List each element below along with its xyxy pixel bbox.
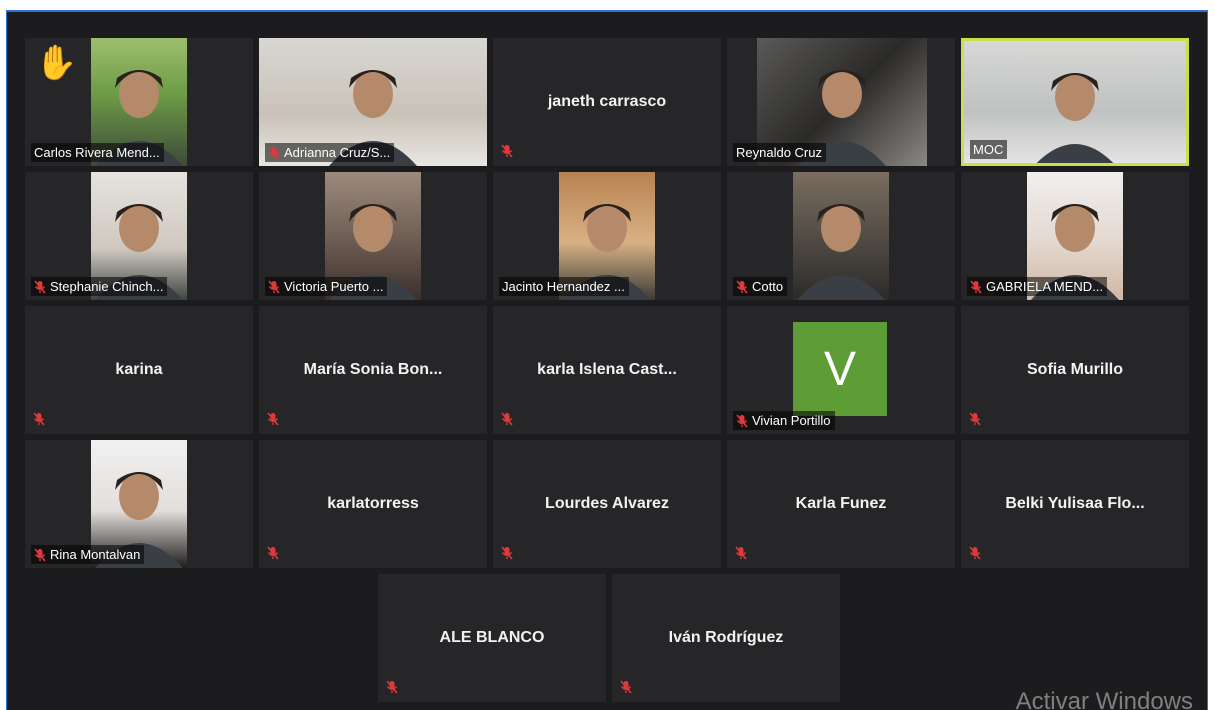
participant-silhouette xyxy=(797,204,885,300)
participant-name: Sofia Murillo xyxy=(1027,361,1123,378)
gallery-row: karina María Sonia Bon... karla Islena Cas… xyxy=(25,306,1193,434)
participant-name-label: Vivian Portillo xyxy=(733,411,835,430)
participant-tile[interactable]: GABRIELA MEND... xyxy=(961,172,1189,300)
participant-tile[interactable]: karlatorress xyxy=(259,440,487,568)
raised-hand-icon: ✋ xyxy=(35,44,78,82)
muted-mic-icon xyxy=(969,546,981,560)
participant-name-label: Rina Montalvan xyxy=(31,545,145,564)
participant-name: Rina Montalvan xyxy=(50,547,141,562)
muted-mic-icon xyxy=(267,412,279,426)
muted-mic-icon xyxy=(33,412,45,426)
participant-name: Victoria Puerto ... xyxy=(284,279,384,294)
participant-name: janeth carrasco xyxy=(547,93,667,110)
participant-name: Cotto xyxy=(752,279,784,294)
muted-mic-icon xyxy=(736,413,748,428)
participant-name: Lourdes Alvarez xyxy=(545,495,669,512)
participant-name-label: Reynaldo Cruz xyxy=(733,143,826,162)
participant-tile-active-speaker[interactable]: MOC xyxy=(961,38,1189,166)
participant-name-label: Cotto xyxy=(733,277,788,296)
participant-name-label: Jacinto Hernandez ... xyxy=(499,277,629,296)
muted-mic-icon xyxy=(620,680,632,694)
muted-mic-icon xyxy=(34,547,46,562)
gallery-row: ✋ Carlos Rivera Mend... Adrianna Cruz/S...… xyxy=(25,38,1193,166)
participant-tile[interactable]: Reynaldo Cruz xyxy=(727,38,955,166)
muted-mic-icon xyxy=(970,279,982,294)
muted-mic-icon xyxy=(268,279,280,294)
participant-name: GABRIELA MEND... xyxy=(986,279,1104,294)
muted-mic-icon xyxy=(735,546,747,560)
windows-activation-watermark: Activar Windows xyxy=(1015,688,1193,710)
muted-mic-icon xyxy=(268,145,280,160)
participant-name-label: Stephanie Chinch... xyxy=(31,277,168,296)
participant-tile[interactable]: ✋ Carlos Rivera Mend... xyxy=(25,38,253,166)
participant-name: Belki Yulisaa Flo... xyxy=(1005,495,1145,512)
participant-name: Adrianna Cruz/S... xyxy=(284,145,391,160)
muted-mic-icon xyxy=(736,279,748,294)
participant-tile[interactable]: Stephanie Chinch... xyxy=(25,172,253,300)
gallery-row: ALE BLANCO Iván Rodríguez xyxy=(25,574,1193,702)
participant-tile[interactable]: Rina Montalvan xyxy=(25,440,253,568)
participant-name-label: GABRIELA MEND... xyxy=(967,277,1108,296)
gallery-row: Rina Montalvan karlatorress Lourdes Alvare… xyxy=(25,440,1193,568)
participant-name: Reynaldo Cruz xyxy=(736,145,822,160)
participant-name: ALE BLANCO xyxy=(439,629,545,646)
participant-name: karina xyxy=(115,361,163,378)
participant-tile[interactable]: Iván Rodríguez xyxy=(612,574,840,702)
participant-name-label: MOC xyxy=(970,140,1008,159)
muted-mic-icon xyxy=(969,412,981,426)
participant-name: Iván Rodríguez xyxy=(668,629,784,646)
participant-tile[interactable]: janeth carrasco xyxy=(493,38,721,166)
participant-name: María Sonia Bon... xyxy=(303,361,443,378)
participant-tile[interactable]: karina xyxy=(25,306,253,434)
participant-tile[interactable]: Jacinto Hernandez ... xyxy=(493,172,721,300)
muted-mic-icon xyxy=(501,144,513,158)
participant-tile[interactable]: V Vivian Portillo xyxy=(727,306,955,434)
muted-mic-icon xyxy=(386,680,398,694)
participant-name: Karla Funez xyxy=(795,495,887,512)
participant-name: karla Islena Cast... xyxy=(537,361,677,378)
participant-name: Vivian Portillo xyxy=(752,413,831,428)
participant-video xyxy=(793,172,889,300)
participant-name: karlatorress xyxy=(327,495,419,512)
participant-tile[interactable]: Lourdes Alvarez xyxy=(493,440,721,568)
participant-tile[interactable]: Karla Funez xyxy=(727,440,955,568)
muted-mic-icon xyxy=(501,412,513,426)
participant-tile[interactable]: karla Islena Cast... xyxy=(493,306,721,434)
participant-tile[interactable]: María Sonia Bon... xyxy=(259,306,487,434)
participant-tile[interactable]: Cotto xyxy=(727,172,955,300)
zoom-gallery-window: ✋ Carlos Rivera Mend... Adrianna Cruz/S...… xyxy=(6,10,1208,710)
participant-tile[interactable]: Sofia Murillo xyxy=(961,306,1189,434)
participant-name-label: Adrianna Cruz/S... xyxy=(265,143,395,162)
participant-name-label: Victoria Puerto ... xyxy=(265,277,388,296)
participant-name: MOC xyxy=(973,142,1004,157)
muted-mic-icon xyxy=(34,279,46,294)
muted-mic-icon xyxy=(501,546,513,560)
participant-tile[interactable]: ALE BLANCO xyxy=(378,574,606,702)
gallery-grid: ✋ Carlos Rivera Mend... Adrianna Cruz/S...… xyxy=(25,38,1193,708)
gallery-row: Stephanie Chinch... Victoria Puerto ... Ja… xyxy=(25,172,1193,300)
participant-avatar: V xyxy=(793,322,887,416)
participant-tile[interactable]: Adrianna Cruz/S... xyxy=(259,38,487,166)
participant-tile[interactable]: Victoria Puerto ... xyxy=(259,172,487,300)
participant-tile[interactable]: Belki Yulisaa Flo... xyxy=(961,440,1189,568)
participant-name: Jacinto Hernandez ... xyxy=(502,279,625,294)
participant-name: Stephanie Chinch... xyxy=(50,279,164,294)
participant-name: Carlos Rivera Mend... xyxy=(34,145,160,160)
participant-name-label: Carlos Rivera Mend... xyxy=(31,143,164,162)
muted-mic-icon xyxy=(267,546,279,560)
